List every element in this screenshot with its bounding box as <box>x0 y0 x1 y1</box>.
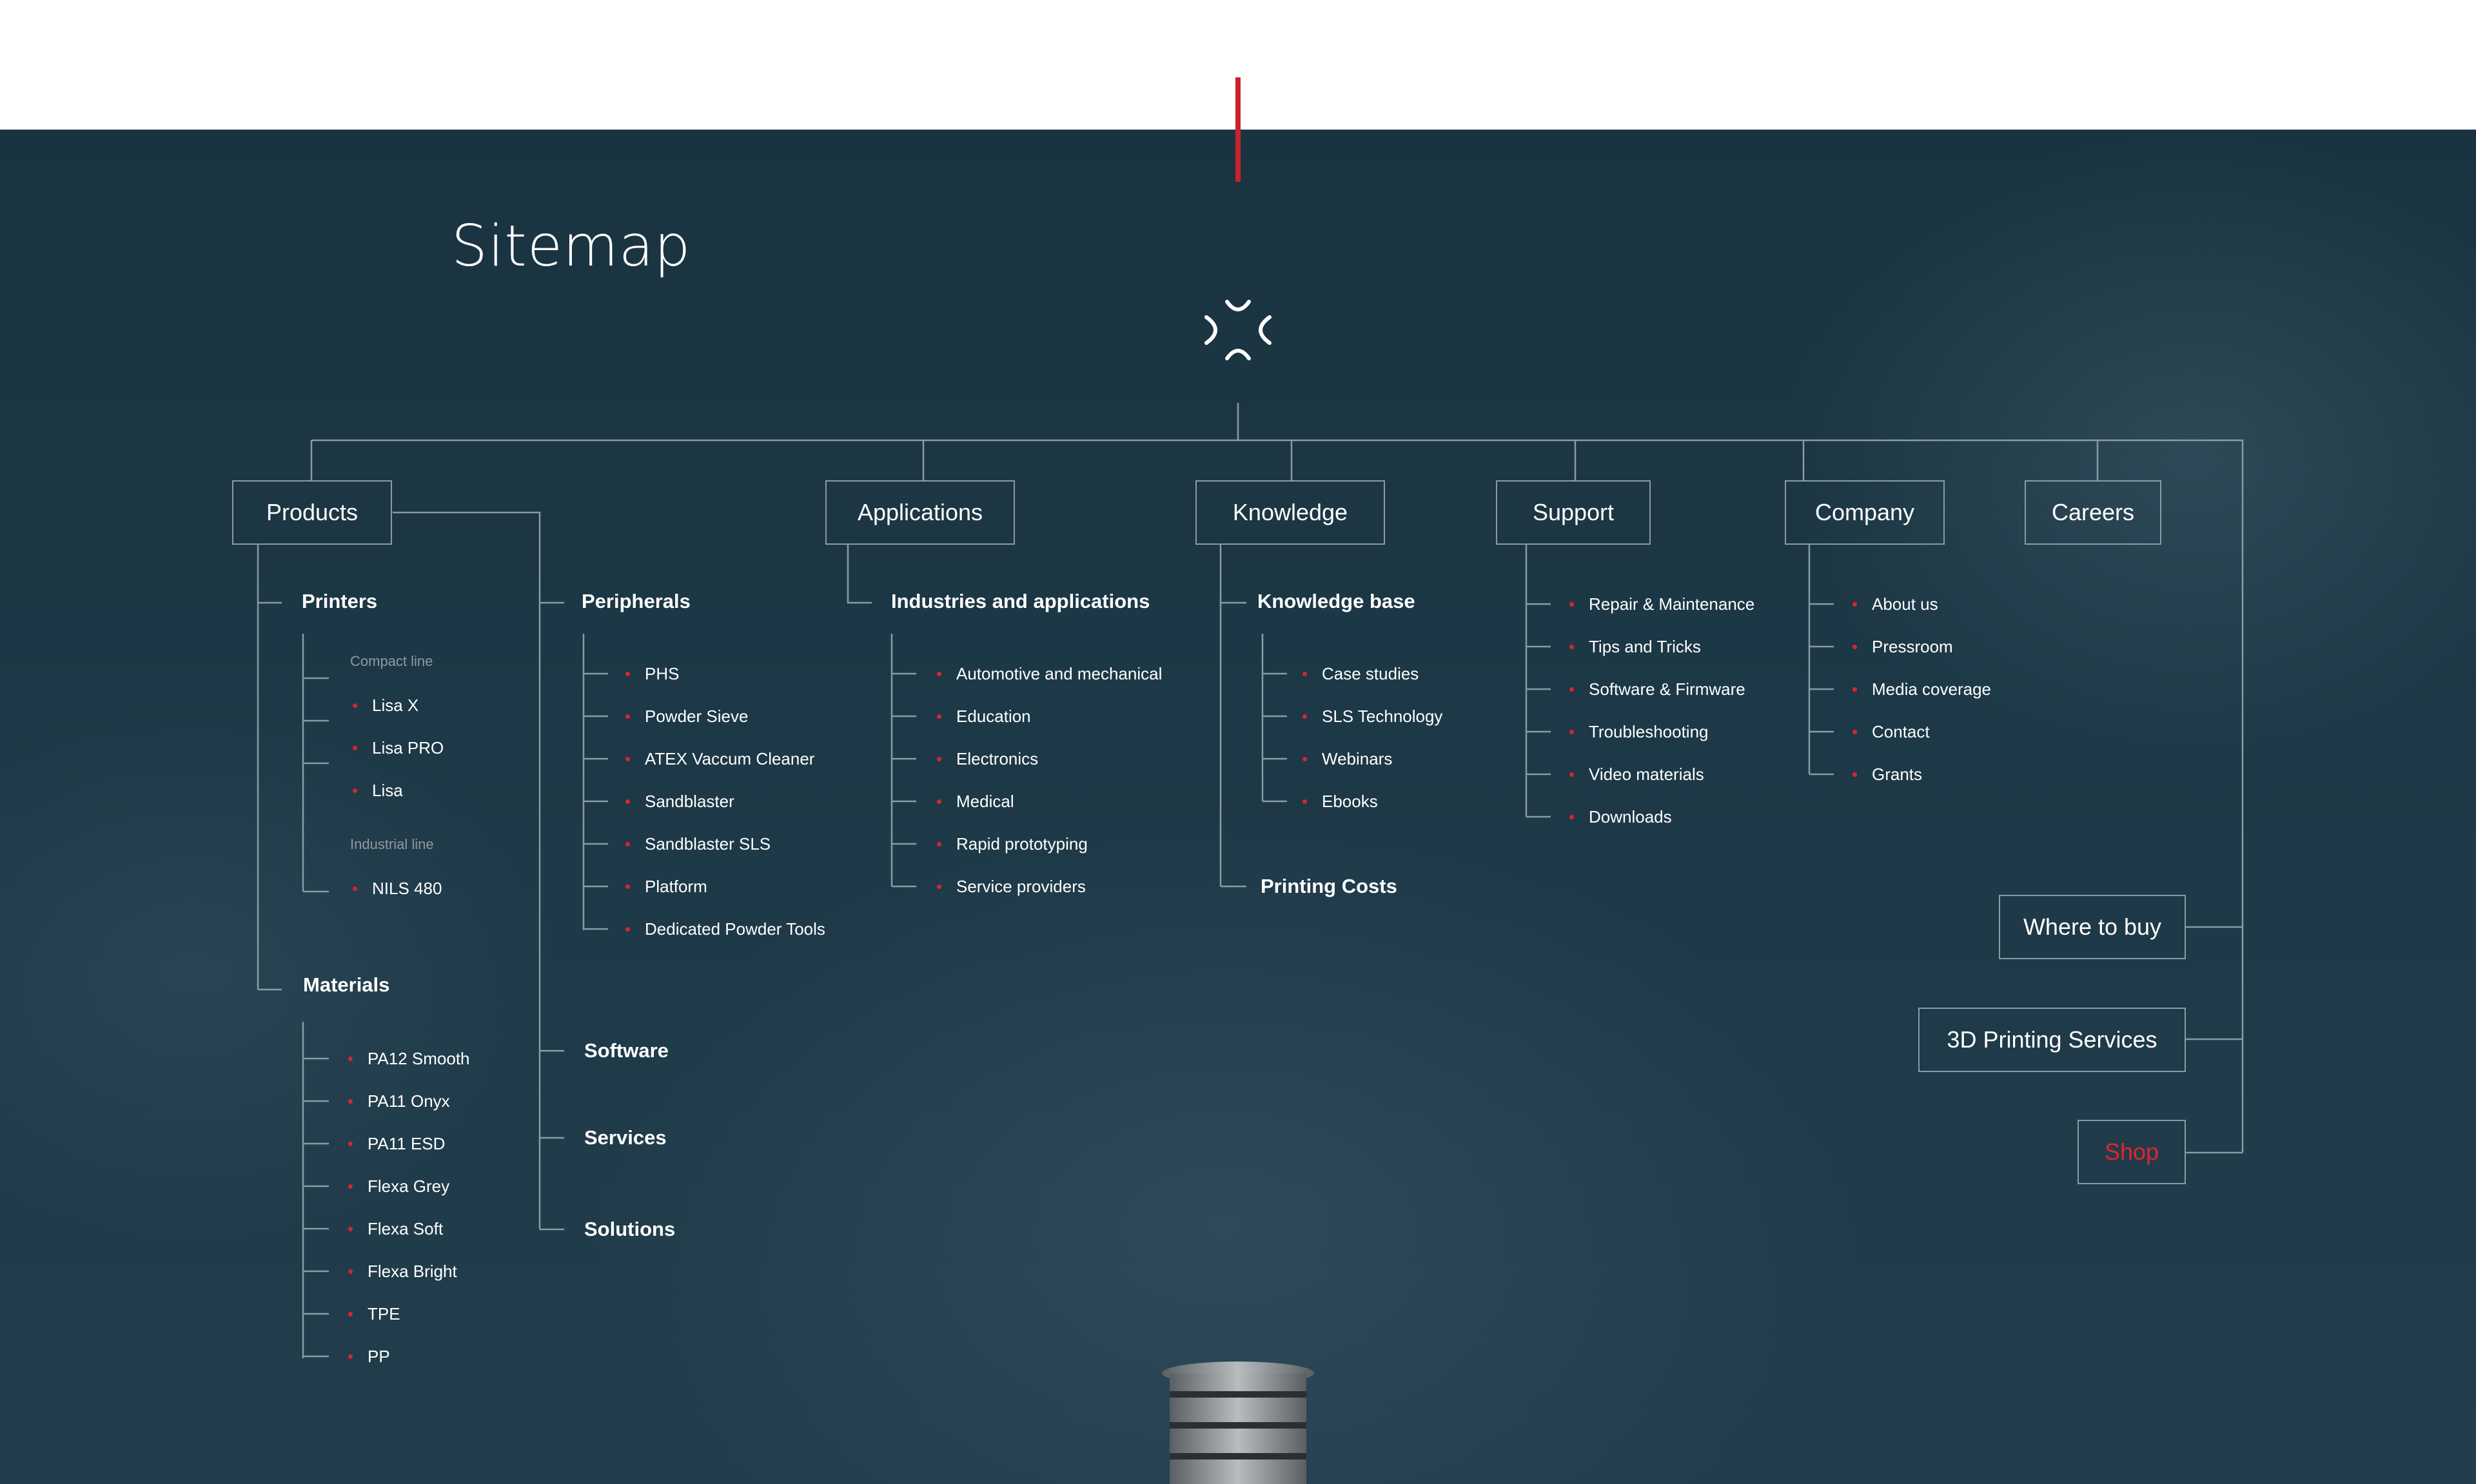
leaf-industry[interactable]: Automotive and mechanical <box>937 663 1162 684</box>
leaf-industry[interactable]: Education <box>937 706 1031 727</box>
red-divider-line <box>1235 77 1241 182</box>
leaf-industry[interactable]: Rapid prototyping <box>937 834 1088 854</box>
leaf-support[interactable]: Tips and Tricks <box>1569 636 1701 657</box>
sub-solutions[interactable]: Solutions <box>584 1218 675 1241</box>
leaf-material[interactable]: PA11 ESD <box>348 1133 445 1154</box>
leaf-lisa[interactable]: Lisa <box>353 780 403 801</box>
group-compact-line: Compact line <box>350 653 433 669</box>
nav-node-careers[interactable]: Careers <box>2025 480 2161 545</box>
sub-software[interactable]: Software <box>584 1039 669 1062</box>
nav-node-applications[interactable]: Applications <box>825 480 1015 545</box>
leaf-knowledge[interactable]: Webinars <box>1302 748 1392 769</box>
leaf-company[interactable]: Media coverage <box>1852 679 1991 699</box>
leaf-lisa-pro[interactable]: Lisa PRO <box>353 737 444 758</box>
nav-node-shop[interactable]: Shop <box>2078 1120 2186 1184</box>
nav-node-where-to-buy[interactable]: Where to buy <box>1999 895 2186 959</box>
leaf-knowledge[interactable]: SLS Technology <box>1302 706 1442 727</box>
nav-node-company[interactable]: Company <box>1785 480 1945 545</box>
leaf-industry[interactable]: Medical <box>937 791 1014 812</box>
leaf-company[interactable]: About us <box>1852 594 1938 614</box>
sub-services[interactable]: Services <box>584 1126 667 1149</box>
leaf-nils-480[interactable]: NILS 480 <box>353 878 442 899</box>
sub-materials[interactable]: Materials <box>303 973 389 997</box>
nav-node-support[interactable]: Support <box>1496 480 1651 545</box>
leaf-material[interactable]: PA11 Onyx <box>348 1091 450 1111</box>
leaf-support[interactable]: Software & Firmware <box>1569 679 1745 699</box>
leaf-company[interactable]: Pressroom <box>1852 636 1953 657</box>
nav-node-3d-printing-services[interactable]: 3D Printing Services <box>1918 1008 2186 1072</box>
leaf-material[interactable]: TPE <box>348 1303 400 1324</box>
leaf-peripheral[interactable]: Platform <box>625 876 707 897</box>
leaf-knowledge[interactable]: Ebooks <box>1302 791 1378 812</box>
sub-peripherals[interactable]: Peripherals <box>582 590 691 613</box>
leaf-peripheral[interactable]: ATEX Vaccum Cleaner <box>625 748 814 769</box>
leaf-support[interactable]: Video materials <box>1569 764 1704 785</box>
printed-part-image <box>1162 1362 1314 1484</box>
leaf-peripheral[interactable]: Dedicated Powder Tools <box>625 919 825 939</box>
leaf-peripheral[interactable]: Powder Sieve <box>625 706 748 727</box>
leaf-support[interactable]: Troubleshooting <box>1569 721 1709 742</box>
group-industrial-line: Industrial line <box>350 836 434 852</box>
sub-printing-costs[interactable]: Printing Costs <box>1261 875 1397 898</box>
leaf-peripheral[interactable]: PHS <box>625 663 679 684</box>
leaf-lisa-x[interactable]: Lisa X <box>353 695 418 716</box>
leaf-material[interactable]: Flexa Grey <box>348 1176 449 1196</box>
leaf-company[interactable]: Contact <box>1852 721 1930 742</box>
leaf-knowledge[interactable]: Case studies <box>1302 663 1419 684</box>
leaf-material[interactable]: PA12 Smooth <box>348 1048 470 1069</box>
page-title: Sitemap <box>451 213 691 279</box>
leaf-company[interactable]: Grants <box>1852 764 1922 785</box>
sub-industries-and-applications[interactable]: Industries and applications <box>891 590 1150 613</box>
leaf-material[interactable]: Flexa Bright <box>348 1261 457 1282</box>
sub-knowledge-base[interactable]: Knowledge base <box>1257 590 1415 613</box>
leaf-peripheral[interactable]: Sandblaster SLS <box>625 834 771 854</box>
nav-node-products[interactable]: Products <box>232 480 392 545</box>
leaf-support[interactable]: Repair & Maintenance <box>1569 594 1754 614</box>
sub-printers[interactable]: Printers <box>302 590 377 613</box>
leaf-support[interactable]: Downloads <box>1569 806 1672 827</box>
leaf-material[interactable]: Flexa Soft <box>348 1218 443 1239</box>
leaf-peripheral[interactable]: Sandblaster <box>625 791 734 812</box>
nav-node-knowledge[interactable]: Knowledge <box>1195 480 1385 545</box>
leaf-industry[interactable]: Electronics <box>937 748 1038 769</box>
leaf-industry[interactable]: Service providers <box>937 876 1086 897</box>
leaf-material[interactable]: PP <box>348 1346 390 1367</box>
sinterit-logo-icon[interactable] <box>1203 298 1273 362</box>
